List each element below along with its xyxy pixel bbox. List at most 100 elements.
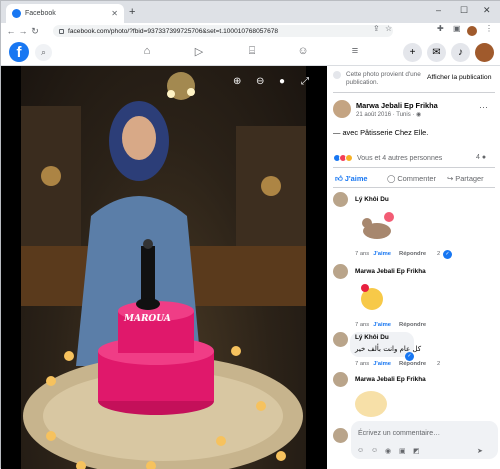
photo-illustration xyxy=(21,72,306,469)
emoji-icon[interactable]: ☺ xyxy=(371,447,378,454)
watch-icon[interactable]: ▷ xyxy=(191,45,207,58)
url-text: facebook.com/photo/?fbid=937337399725706… xyxy=(68,27,279,35)
more-options-icon[interactable]: ⋯ xyxy=(479,102,488,113)
sticker-icon[interactable]: ◩ xyxy=(413,447,420,455)
comment-reply-link[interactable]: Répondre xyxy=(399,251,426,257)
browser-menu-icon[interactable]: ⋮ xyxy=(485,24,493,33)
sidepanel-icon[interactable]: ▣ xyxy=(453,24,461,33)
reactions-summary[interactable]: Vous et 4 autres personnes xyxy=(333,154,442,162)
comment-icon: ◯ xyxy=(387,174,396,183)
like-button[interactable]: 👍︎ J'aime xyxy=(335,174,368,183)
reload-icon[interactable]: ↻ xyxy=(29,26,41,37)
comment-like-link[interactable]: J'aime xyxy=(373,251,391,257)
divider xyxy=(333,187,495,188)
minimize-button[interactable]: – xyxy=(436,5,441,15)
new-tab-button[interactable]: + xyxy=(129,6,135,18)
tab-title: Facebook xyxy=(25,10,56,17)
zoom-out-icon[interactable]: ⊖ xyxy=(256,76,264,87)
avatar-sticker-icon[interactable]: ☺ xyxy=(357,447,364,454)
profile-avatar[interactable] xyxy=(467,26,477,36)
comment-reply-link[interactable]: Répondre xyxy=(399,322,426,328)
messenger-icon[interactable]: ✉ xyxy=(427,43,446,62)
cake-inscription: MAROUA xyxy=(124,314,171,324)
comment-like-count: 2 xyxy=(437,251,441,257)
comment-count-value: 4 xyxy=(476,154,480,161)
commenter-avatar[interactable] xyxy=(333,372,348,387)
home-icon[interactable]: ⌂ xyxy=(139,45,155,57)
comment-author[interactable]: Marwa Jebali Ep Frikha xyxy=(355,268,426,275)
comment-meta: 7 ans J'aime Répondre xyxy=(355,322,430,328)
haha-reaction-icon xyxy=(345,154,353,162)
comment-author[interactable]: Lý Khôi Du xyxy=(355,196,389,203)
extensions-icon[interactable]: ✚ xyxy=(437,24,444,33)
comment-label: Commenter xyxy=(397,174,436,183)
address-bar[interactable]: facebook.com/photo/?fbid=937337399725706… xyxy=(53,25,393,37)
share-label: Partager xyxy=(455,174,484,183)
groups-icon[interactable]: ☺ xyxy=(295,45,311,57)
browser-tab[interactable]: Facebook ✕ xyxy=(6,4,124,23)
fullscreen-icon[interactable]: ⤢ xyxy=(301,76,309,87)
tab-close-icon[interactable]: ✕ xyxy=(111,9,118,18)
tag-icon[interactable]: ● xyxy=(279,76,285,87)
forward-icon[interactable]: → xyxy=(17,26,29,36)
browser-window: Facebook ✕ + – ☐ ✕ ← → ↻ facebook.com/ph… xyxy=(0,0,500,469)
comment-author[interactable]: Lý Khôi Du xyxy=(355,334,389,341)
share-arrow-icon: ↪ xyxy=(447,174,454,183)
like-badge-icon: ✓ xyxy=(443,250,452,259)
commenter-avatar[interactable] xyxy=(333,264,348,279)
lock-icon xyxy=(59,28,64,34)
comment-meta: 7 ans J'aime Répondre xyxy=(355,361,430,367)
notifications-icon[interactable]: ♪ xyxy=(451,43,470,62)
menu-icon[interactable]: ≡ xyxy=(347,45,363,57)
comment-meta: 7 ans J'aime Répondre xyxy=(355,251,430,257)
divider xyxy=(333,92,495,93)
show-post-link[interactable]: Afficher la publication xyxy=(427,74,491,81)
comment-button[interactable]: ◯ Commenter xyxy=(387,174,436,183)
comment-count[interactable]: 4 ● xyxy=(476,154,486,161)
comment-icon: ● xyxy=(481,154,487,161)
comment-like-link[interactable]: J'aime xyxy=(373,322,391,328)
author-avatar[interactable] xyxy=(333,100,351,118)
gif-icon[interactable]: ▣ xyxy=(399,447,406,455)
globe-icon: ◉ xyxy=(416,112,422,118)
like-label: J'aime xyxy=(344,174,368,183)
create-icon[interactable]: + xyxy=(403,43,422,62)
commenter-avatar[interactable] xyxy=(333,332,348,347)
bookmark-star-icon[interactable]: ☆ xyxy=(385,24,392,33)
send-icon[interactable]: ➤ xyxy=(477,447,483,455)
search-icon[interactable]: ⌕ xyxy=(35,44,52,61)
share-icon[interactable]: ⇪ xyxy=(373,24,380,33)
comment-time: 7 ans xyxy=(355,361,370,367)
like-badge-icon: ✓ xyxy=(405,352,414,361)
share-button[interactable]: ↪ Partager xyxy=(447,174,484,183)
notice-text: Cette photo provient d'une publication. xyxy=(346,71,421,86)
birthday-photo: MAROUA xyxy=(21,66,306,469)
post-date: 21 août 2016 · Tunis · ◉ xyxy=(356,111,421,118)
sticker-image xyxy=(362,212,394,239)
comment-like-link[interactable]: J'aime xyxy=(373,361,391,367)
my-avatar[interactable] xyxy=(333,428,348,443)
comment-input-placeholder[interactable]: Écrivez un commentaire… xyxy=(358,430,440,437)
comment-time: 7 ans xyxy=(355,251,370,257)
post-panel: Cette photo provient d'une publication. … xyxy=(327,66,500,469)
facebook-favicon-icon xyxy=(12,9,21,18)
globe-icon xyxy=(333,71,341,79)
photo-viewer: MAROUA ⊕ ⊖ ● ⤢ xyxy=(1,66,327,469)
comment-time: 7 ans xyxy=(355,322,370,328)
camera-icon[interactable]: ◉ xyxy=(385,447,391,455)
back-icon[interactable]: ← xyxy=(5,26,17,36)
zoom-in-icon[interactable]: ⊕ xyxy=(233,76,241,87)
marketplace-icon[interactable]: ⌸ xyxy=(244,45,260,58)
post-text: — avec Pâtisserie Chez Elle. xyxy=(333,128,429,137)
commenter-avatar[interactable] xyxy=(333,192,348,207)
facebook-logo[interactable]: f xyxy=(9,42,29,62)
publication-notice: Cette photo provient d'une publication. xyxy=(333,71,428,87)
sticker-image xyxy=(355,391,387,417)
post-date-text: 21 août 2016 · Tunis · xyxy=(356,112,417,118)
maximize-button[interactable]: ☐ xyxy=(460,5,468,16)
post-author[interactable]: Marwa Jebali Ep Frikha xyxy=(356,101,438,110)
comment-author[interactable]: Marwa Jebali Ep Frikha xyxy=(355,376,426,383)
account-avatar[interactable] xyxy=(475,43,494,62)
close-window-button[interactable]: ✕ xyxy=(483,5,491,16)
comment-reply-link[interactable]: Répondre xyxy=(399,361,426,367)
